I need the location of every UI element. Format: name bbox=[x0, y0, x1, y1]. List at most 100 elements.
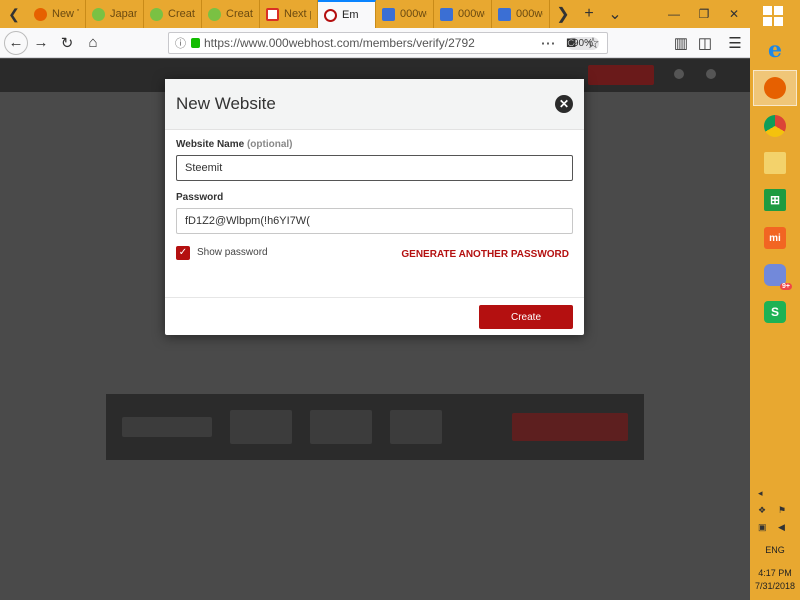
tab-label: Next p bbox=[284, 8, 311, 20]
firefox-icon bbox=[764, 77, 786, 99]
internet-explorer-icon: e bbox=[768, 37, 782, 63]
tab-label: 000we bbox=[516, 8, 543, 20]
mi-icon: mi bbox=[764, 227, 786, 249]
webhost-icon bbox=[324, 8, 337, 22]
tab-label: 000we bbox=[458, 8, 485, 20]
tray-expand-icon[interactable]: ◂ bbox=[758, 488, 763, 499]
browser-tab[interactable]: Create bbox=[202, 0, 260, 28]
tab-scroll-left-button[interactable]: ❮ bbox=[0, 0, 28, 28]
taskbar-explorer[interactable] bbox=[753, 145, 797, 181]
browser-tab[interactable]: Create bbox=[144, 0, 202, 28]
info-icon[interactable]: ⓘ bbox=[175, 35, 186, 51]
flag-icon[interactable]: ⚑ bbox=[778, 505, 786, 516]
dialog-title: New Website bbox=[176, 94, 276, 113]
restore-button[interactable]: ❐ bbox=[690, 0, 718, 28]
webhost-p-icon bbox=[382, 7, 395, 21]
browser-tab[interactable]: 000we bbox=[434, 0, 492, 28]
home-icon[interactable]: ⌂ bbox=[80, 30, 106, 56]
close-icon[interactable]: ✕ bbox=[555, 95, 573, 113]
header-icon bbox=[706, 69, 716, 79]
reload-button[interactable]: ↻ bbox=[54, 30, 80, 56]
password-options-row: ✓ Show password GENERATE ANOTHER PASSWOR… bbox=[176, 245, 573, 260]
optional-hint: (optional) bbox=[246, 139, 293, 150]
minimize-button[interactable]: — bbox=[660, 0, 688, 28]
create-button[interactable]: Create bbox=[479, 305, 573, 329]
lock-icon[interactable] bbox=[191, 38, 200, 48]
show-password-checkbox[interactable]: ✓ bbox=[176, 245, 190, 260]
close-window-button[interactable]: ✕ bbox=[720, 0, 748, 28]
dropbox-icon[interactable]: ❖ bbox=[758, 505, 766, 516]
store-icon: ⊞ bbox=[764, 189, 786, 211]
generate-password-link[interactable]: GENERATE ANOTHER PASSWORD bbox=[401, 249, 569, 260]
gmail-icon bbox=[266, 7, 279, 21]
language-indicator[interactable]: ENG bbox=[750, 545, 800, 555]
firefox-icon bbox=[34, 7, 47, 21]
browser-tab[interactable]: 000we bbox=[376, 0, 434, 28]
clock-time[interactable]: 4:17 PM bbox=[750, 568, 800, 578]
tab-label: Em bbox=[342, 9, 359, 21]
promo-banner bbox=[106, 394, 644, 460]
banner-text bbox=[390, 410, 442, 444]
tab-label: Create bbox=[168, 8, 195, 20]
volume-icon[interactable]: ◀ bbox=[778, 522, 785, 533]
webhost-p-icon bbox=[498, 7, 511, 21]
taskbar-sheets[interactable]: S bbox=[753, 294, 797, 330]
site-icon bbox=[208, 7, 221, 21]
taskbar-mi[interactable]: mi bbox=[753, 220, 797, 256]
browser-tab-active[interactable]: Em bbox=[318, 0, 376, 28]
browser-tab[interactable]: Japan bbox=[86, 0, 144, 28]
tab-list-chevron-icon[interactable]: ⌄ bbox=[602, 0, 628, 28]
webhost-p-icon bbox=[440, 7, 453, 21]
discord-icon: 9+ bbox=[764, 264, 792, 290]
notification-badge: 9+ bbox=[780, 283, 792, 290]
password-input[interactable] bbox=[176, 208, 573, 234]
new-tab-button[interactable]: + bbox=[576, 0, 602, 28]
sidebar-icon[interactable]: ◫ bbox=[692, 30, 718, 56]
banner-button bbox=[512, 413, 628, 441]
spreadsheet-s-icon: S bbox=[764, 301, 786, 323]
back-button[interactable]: ← bbox=[4, 30, 28, 55]
show-password-label[interactable]: Show password bbox=[197, 247, 268, 258]
website-name-label-text: Website Name bbox=[176, 139, 245, 150]
windows-start-button[interactable] bbox=[763, 6, 785, 28]
tab-label: Japan bbox=[110, 8, 137, 20]
network-icon[interactable]: ▣ bbox=[758, 522, 767, 533]
clock-date[interactable]: 7/31/2018 bbox=[750, 581, 800, 591]
taskbar-discord[interactable]: 9+ bbox=[753, 257, 797, 293]
taskbar-chrome[interactable] bbox=[753, 108, 797, 144]
browser-tab[interactable]: New T bbox=[28, 0, 86, 28]
website-name-label: Website Name (optional) bbox=[176, 139, 573, 150]
taskbar-firefox[interactable] bbox=[753, 70, 797, 106]
banner-text bbox=[230, 410, 292, 444]
header-button bbox=[588, 65, 654, 85]
browser-tab[interactable]: 000we bbox=[492, 0, 550, 28]
folder-icon bbox=[764, 152, 786, 174]
dialog-body: Website Name (optional) Password ✓ Show … bbox=[165, 130, 584, 297]
taskbar-store[interactable]: ⊞ bbox=[753, 182, 797, 218]
header-icon bbox=[674, 69, 684, 79]
website-name-input[interactable] bbox=[176, 155, 573, 181]
password-label: Password bbox=[176, 192, 224, 203]
dialog-footer: Create bbox=[165, 297, 584, 334]
tab-strip: ❮ New T Japan Create Create Next p Em 00… bbox=[0, 0, 750, 28]
url-text[interactable]: https://www.000webhost.com/members/verif… bbox=[204, 36, 567, 50]
nav-bar: ← → ↻ ⌂ ⓘ https://www.000webhost.com/mem… bbox=[0, 28, 750, 58]
browser-tab[interactable]: Next p bbox=[260, 0, 318, 28]
site-icon bbox=[150, 7, 163, 21]
dialog-header: New Website ✕ bbox=[165, 79, 584, 130]
tab-scroll-right-button[interactable]: ❯ bbox=[550, 0, 576, 28]
forward-button[interactable]: → bbox=[28, 30, 54, 56]
new-website-dialog: New Website ✕ Website Name (optional) Pa… bbox=[165, 79, 584, 335]
chrome-icon bbox=[764, 115, 786, 137]
windows-taskbar: e ⊞ mi 9+ S ◂ ❖ ⚑ ▣ ◀ ENG 4:17 PM 7/31/2… bbox=[750, 0, 800, 600]
tab-label: New T bbox=[52, 8, 79, 20]
menu-icon[interactable]: ☰ bbox=[722, 30, 748, 56]
banner-text bbox=[310, 410, 372, 444]
tab-label: Create bbox=[226, 8, 253, 20]
banner-logo bbox=[122, 417, 212, 437]
library-icon[interactable]: ▥ bbox=[668, 30, 694, 56]
site-icon bbox=[92, 7, 105, 21]
bookmark-star-icon[interactable]: ☆ bbox=[580, 30, 606, 56]
tab-label: 000we bbox=[400, 8, 427, 20]
taskbar-ie[interactable]: e bbox=[753, 32, 797, 68]
